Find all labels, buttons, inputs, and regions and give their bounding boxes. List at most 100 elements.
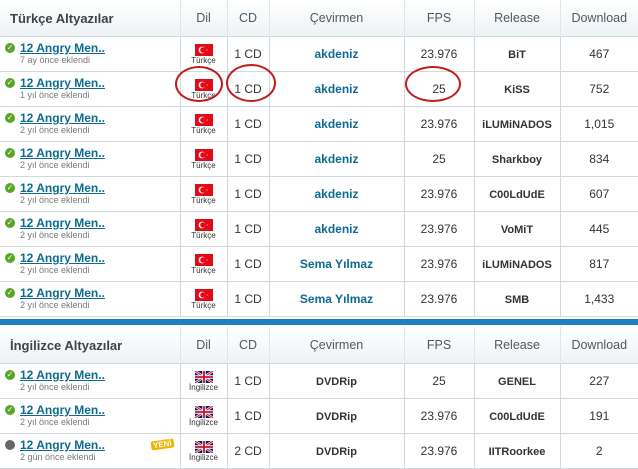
col-downloads[interactable]: Download [559, 0, 638, 37]
subtitle-link[interactable]: 12 Angry Men.. [20, 42, 105, 55]
col-release[interactable]: Release [473, 327, 560, 364]
translator-name: DVDRip [316, 411, 357, 423]
download-count: 467 [559, 36, 638, 72]
checkmark-icon: ✓ [5, 288, 15, 298]
fps-value: 23.976 [403, 211, 475, 247]
turkish-subtitles-table: Türkçe Altyazılar Dil CD Çevirmen FPS Re… [0, 0, 638, 317]
translator-name[interactable]: akdeniz [314, 222, 358, 236]
subtitle-link[interactable]: 12 Angry Men.. [20, 369, 105, 382]
subtitle-link[interactable]: 12 Angry Men.. [20, 217, 105, 230]
translator-name[interactable]: akdeniz [314, 82, 358, 96]
table-row[interactable]: ✓ 12 Angry Men.. 2 yıl önce eklendi Türkçe 1… [0, 211, 638, 247]
subtitle-link[interactable]: 12 Angry Men.. [20, 77, 105, 90]
fps-value: 23.976 [403, 176, 475, 212]
cd-count: 1 CD [226, 363, 270, 399]
translator-name[interactable]: akdeniz [314, 187, 358, 201]
table-row[interactable]: ✓ 12 Angry Men.. 1 yıl önce eklendi Türkçe 1… [0, 71, 638, 107]
col-lang[interactable]: Dil [179, 0, 227, 37]
turkey-flag-icon [194, 44, 213, 56]
checkmark-icon: ✓ [5, 218, 15, 228]
table-row[interactable]: ✓ 12 Angry Men.. 2 yıl önce eklendi Türkçe 1… [0, 281, 638, 317]
subtitle-link[interactable]: 12 Angry Men.. [20, 147, 105, 160]
col-translator[interactable]: Çevirmen [268, 327, 404, 364]
translator[interactable]: akdeniz [268, 141, 405, 177]
translator[interactable]: akdeniz [268, 211, 405, 247]
uk-flag-icon [194, 371, 213, 383]
col-translator[interactable]: Çevirmen [268, 0, 404, 37]
subtitle-cell: ✓ 12 Angry Men.. 2 yıl önce eklendi [0, 176, 181, 212]
language-label: Türkçe [191, 231, 216, 240]
language-label: İngilizce [189, 418, 218, 427]
subtitle-link[interactable]: 12 Angry Men.. [20, 112, 105, 125]
section-title-turkish: Türkçe Altyazılar [0, 0, 180, 37]
translator-name: DVDRip [316, 376, 357, 388]
col-lang[interactable]: Dil [179, 327, 227, 364]
table-row[interactable]: ✓ 12 Angry Men.. 2 yıl önce eklendi Türkçe 1… [0, 176, 638, 212]
subtitle-link[interactable]: 12 Angry Men.. [20, 252, 105, 265]
fps-value: 23.976 [403, 433, 475, 469]
translator[interactable]: akdeniz [268, 106, 405, 142]
release-cell: KiSS [473, 71, 561, 107]
fps-value: 23.976 [403, 246, 475, 282]
translator-name[interactable]: Sema Yılmaz [300, 292, 373, 306]
release-cell: GENEL [473, 363, 561, 399]
col-fps[interactable]: FPS [403, 0, 474, 37]
translator[interactable]: akdeniz [268, 36, 405, 72]
english-header-row: İngilizce Altyazılar Dil CD Çevirmen FPS… [0, 327, 638, 364]
subtitle-cell: ✓ 12 Angry Men.. 2 yıl önce eklendi [0, 106, 181, 142]
download-count: 1,015 [559, 106, 638, 142]
language-cell: İngilizce [179, 398, 228, 434]
col-cd[interactable]: CD [226, 0, 269, 37]
translator-name[interactable]: akdeniz [314, 117, 358, 131]
release-name: SMB [504, 294, 530, 306]
subtitle-link[interactable]: 12 Angry Men.. [20, 439, 105, 452]
translator[interactable]: Sema Yılmaz [268, 281, 405, 317]
col-release[interactable]: Release [473, 0, 560, 37]
release-name: iLUMiNADOS [482, 119, 552, 131]
language-cell: Türkçe [179, 281, 228, 317]
language-label: Türkçe [191, 126, 216, 135]
translator-name[interactable]: akdeniz [314, 47, 358, 61]
uk-flag-icon [194, 441, 213, 453]
language-label: Türkçe [191, 196, 216, 205]
language-cell: Türkçe [179, 211, 228, 247]
release-cell: Sharkboy [473, 141, 561, 177]
table-row[interactable]: 12 Angry Men.. 2 gün önce eklendi YENİ İngi… [0, 433, 638, 469]
subtitle-link[interactable]: 12 Angry Men.. [20, 182, 105, 195]
translator[interactable]: akdeniz [268, 71, 405, 107]
added-time: 1 yıl önce eklendi [20, 90, 90, 100]
release-cell: iLUMiNADOS [473, 106, 561, 142]
language-label: Türkçe [191, 56, 216, 65]
col-fps[interactable]: FPS [403, 327, 474, 364]
table-row[interactable]: ✓ 12 Angry Men.. 7 ay önce eklendi Türkçe 1 … [0, 36, 638, 72]
language-cell: Türkçe [179, 246, 228, 282]
release-name: IITRoorkee [488, 446, 546, 458]
subtitle-cell: ✓ 12 Angry Men.. 2 yıl önce eklendi [0, 141, 181, 177]
table-row[interactable]: ✓ 12 Angry Men.. 2 yıl önce eklendi Türkçe 1… [0, 246, 638, 282]
subtitle-link[interactable]: 12 Angry Men.. [20, 287, 105, 300]
release-name: GENEL [498, 376, 536, 388]
col-downloads[interactable]: Download [559, 327, 638, 364]
release-name: VoMiT [500, 224, 534, 236]
cd-count: 1 CD [226, 106, 270, 142]
added-time: 2 yıl önce eklendi [20, 417, 90, 427]
table-row[interactable]: ✓ 12 Angry Men.. 2 yıl önce eklendi İngiliz… [0, 398, 638, 434]
fps-value: 25 [403, 141, 475, 177]
translator-name[interactable]: akdeniz [314, 152, 358, 166]
checkmark-icon: ✓ [5, 78, 15, 88]
translator[interactable]: Sema Yılmaz [268, 246, 405, 282]
table-row[interactable]: ✓ 12 Angry Men.. 2 yıl önce eklendi Türkçe 1… [0, 106, 638, 142]
translator[interactable]: akdeniz [268, 176, 405, 212]
table-row[interactable]: ✓ 12 Angry Men.. 2 yıl önce eklendi Türkçe 1… [0, 141, 638, 177]
turkey-flag-icon [194, 254, 213, 266]
col-cd[interactable]: CD [226, 327, 269, 364]
added-time: 2 yıl önce eklendi [20, 125, 90, 135]
added-time: 2 yıl önce eklendi [20, 195, 90, 205]
translator-name[interactable]: Sema Yılmaz [300, 257, 373, 271]
added-time: 2 gün önce eklendi [20, 452, 96, 462]
table-row[interactable]: ✓ 12 Angry Men.. 2 yıl önce eklendi İngiliz… [0, 363, 638, 399]
subtitle-link[interactable]: 12 Angry Men.. [20, 404, 105, 417]
checkmark-icon: ✓ [5, 43, 15, 53]
subtitle-cell: ✓ 12 Angry Men.. 2 yıl önce eklendi [0, 363, 181, 399]
uk-flag-icon [194, 406, 213, 418]
